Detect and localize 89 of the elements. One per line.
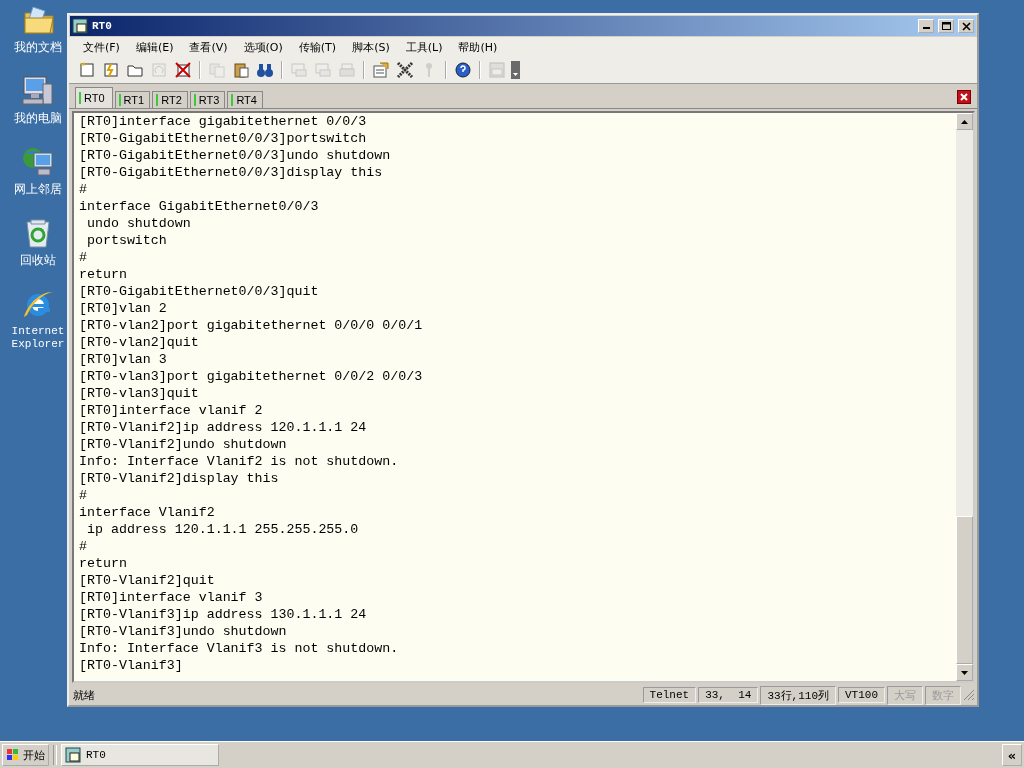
session-tab[interactable]: RT2 [152,91,188,108]
resize-grip-icon[interactable] [963,689,975,701]
maximize-button[interactable] [938,19,954,33]
terminal-line: # [79,487,88,504]
connect-icon[interactable] [77,60,97,80]
terminal-line: [RT0-Vlanif3]ip address 130.1.1.1 24 [79,606,368,623]
start-button[interactable]: 开始 [2,744,49,766]
app-icon [72,18,88,34]
terminal-line: # [79,538,88,555]
terminal-line: portswitch [85,232,168,249]
close-tab-button[interactable] [957,90,971,104]
terminal-line: [RT0-Vlanif2]quit [79,572,216,589]
terminal-line: Info: Interface Vlanif3 is not shutdown. [79,640,400,657]
help-icon[interactable] [453,60,473,80]
lightning-icon[interactable] [101,60,121,80]
terminal-line: [RT0-GigabitEthernet0/0/3]display this [79,164,384,181]
session-tab[interactable]: RT4 [227,91,263,108]
terminal-line: [RT0-GigabitEthernet0/0/3]quit [79,283,320,300]
maximize-icon [941,22,951,30]
terminal-line: [RT0-Vlanif3] [79,657,184,674]
terminal-output[interactable] [74,113,956,681]
close-icon [961,21,971,31]
terminal-line: return [79,555,128,572]
session-tab[interactable]: RT1 [114,91,151,108]
taskbar-button[interactable]: RT0 [61,744,219,766]
close-button[interactable] [958,19,974,33]
status-field: Telnet [642,687,697,703]
desktop-icon-label[interactable]: Internet Explorer [8,325,68,351]
terminal-line: return [79,266,128,283]
caret-down-icon [961,670,968,675]
terminal-line: # [79,181,88,198]
cross-icon[interactable] [173,60,193,80]
terminal-line: [RT0-GigabitEthernet0/0/3]portswitch [79,130,368,147]
terminal-line: [RT0]vlan 2 [79,300,168,317]
toolbar-overflow-icon[interactable] [511,61,520,79]
clipboard-icon[interactable] [231,60,251,80]
scrollbar-thumb[interactable] [956,516,973,664]
desktop-icon-label[interactable]: 我的文档 [14,41,62,54]
close-icon [959,92,969,102]
menu-item[interactable]: 文件(F) [75,37,128,57]
terminal-line: [RT0-vlan2]port gigabitethernet 0/0/0 0/0/1 [79,317,424,334]
terminal-line: [RT0-vlan2]quit [79,334,200,351]
terminal-line: [RT0-Vlanif3]undo shutdown [79,623,288,640]
terminal-line: interface GigabitEthernet0/0/3 [79,198,320,215]
tools-icon[interactable] [395,60,415,80]
terminal-line: ip address 120.1.1.1 255.255.255.0 [85,521,360,538]
status-field: VT100 [838,687,885,703]
scroll-up-button[interactable] [956,113,973,130]
network-icon[interactable] [21,145,55,179]
status-field: 数字 [925,685,961,705]
session-tab[interactable]: RT3 [189,91,226,108]
computer-icon[interactable] [21,74,55,108]
terminal-line: undo shutdown [85,215,192,232]
minimize-button[interactable] [918,19,934,33]
menu-item[interactable]: 编辑(E) [127,37,182,57]
folder-icon[interactable] [21,3,55,37]
session-tab[interactable]: RT0 [75,87,113,108]
menu-item[interactable]: 查看(V) [181,37,236,57]
terminal-line: [RT0-Vlanif2]undo shutdown [79,436,288,453]
flag-logo-icon [6,748,20,762]
terminal-line: [RT0]vlan 3 [79,351,168,368]
terminal-line: Info: Interface Vlanif2 is not shutdown. [79,453,400,470]
scroll-down-button[interactable] [956,664,973,681]
menu-item[interactable]: 选项(O) [235,37,291,57]
status-message: 就绪 [73,687,96,703]
caret-up-icon [961,119,968,124]
desktop-icon-label[interactable]: 回收站 [20,254,56,267]
menu-item[interactable]: 脚本(S) [344,37,398,57]
terminal-line: # [79,249,88,266]
terminal-line: [RT0-Vlanif2]ip address 120.1.1.1 24 [79,419,368,436]
terminal-line: [RT0-GigabitEthernet0/0/3]undo shutdown [79,147,392,164]
terminal-line: [RT0-vlan3]quit [79,385,200,402]
terminal-line: [RT0]interface vlanif 3 [79,589,264,606]
terminal-line: [RT0]interface gigabitethernet 0/0/3 [79,113,368,130]
expand-tray-button[interactable]: « [1002,744,1022,766]
minimize-icon [922,27,930,29]
terminal-line: interface Vlanif2 [79,504,216,521]
window-title: RT0 [92,20,113,32]
status-field: 33, 14 [698,687,759,703]
terminal-line: [RT0-Vlanif2]display this [79,470,280,487]
terminal-line: [RT0]interface vlanif 2 [79,402,264,419]
app-icon [65,747,81,763]
desktop-icon-label[interactable]: 网上邻居 [14,183,62,196]
status-field: 33行,110列 [760,685,836,705]
menu-item[interactable]: 帮助(H) [450,37,506,57]
menu-item[interactable]: 传输(T) [290,37,345,57]
menu-item[interactable]: 工具(L) [397,37,451,57]
desktop-icon-label[interactable]: 我的电脑 [14,112,62,125]
terminal-line: [RT0-vlan3]port gigabitethernet 0/0/2 0/0/3 [79,368,424,385]
